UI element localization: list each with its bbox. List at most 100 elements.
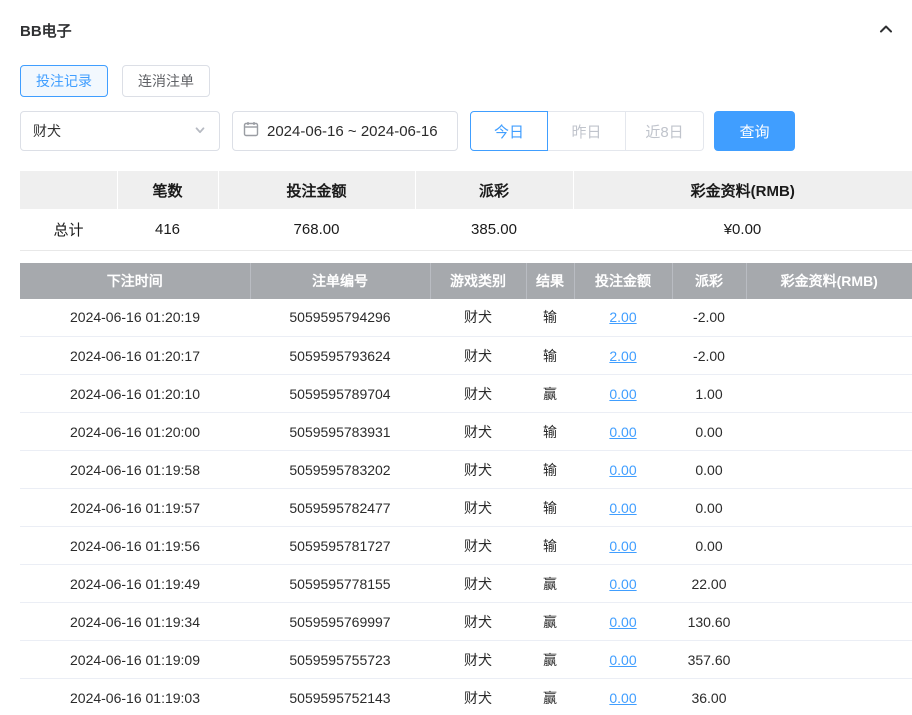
bet-amount-cell: 0.00 bbox=[574, 489, 672, 527]
table-row: 2024-06-16 01:19:49 5059595778155 财犬 赢 0… bbox=[20, 565, 912, 603]
table-row: 2024-06-16 01:20:00 5059595783931 财犬 输 0… bbox=[20, 413, 912, 451]
result-cell: 输 bbox=[526, 527, 574, 565]
bet-amount-link[interactable]: 0.00 bbox=[609, 690, 636, 706]
bet-time-cell: 2024-06-16 01:20:19 bbox=[20, 299, 250, 337]
summary-header-bonus: 彩金资料(RMB) bbox=[573, 171, 912, 209]
bet-amount-link[interactable]: 2.00 bbox=[609, 348, 636, 364]
bonus-cell bbox=[746, 489, 912, 527]
bonus-cell bbox=[746, 299, 912, 337]
summary-header-row: 笔数 投注金额 派彩 彩金资料(RMB) bbox=[20, 171, 912, 209]
payout-cell: 1.00 bbox=[672, 375, 746, 413]
game-category-cell: 财犬 bbox=[430, 489, 526, 527]
bet-amount-link[interactable]: 0.00 bbox=[609, 424, 636, 440]
payout-cell: 0.00 bbox=[672, 451, 746, 489]
payout-cell: 0.00 bbox=[672, 527, 746, 565]
order-id-cell: 5059595778155 bbox=[250, 565, 430, 603]
summary-table: 笔数 投注金额 派彩 彩金资料(RMB) 总计 416 768.00 385.0… bbox=[20, 171, 912, 251]
result-cell: 赢 bbox=[526, 603, 574, 641]
bet-time-cell: 2024-06-16 01:19:58 bbox=[20, 451, 250, 489]
panel-header: BB电子 bbox=[20, 20, 912, 41]
bet-amount-link[interactable]: 0.00 bbox=[609, 500, 636, 516]
order-id-cell: 5059595755723 bbox=[250, 641, 430, 679]
header-bet-amount: 投注金额 bbox=[574, 263, 672, 299]
quick-date-button-group: 今日 昨日 近8日 bbox=[470, 111, 704, 151]
summary-total-row: 总计 416 768.00 385.00 ¥0.00 bbox=[20, 209, 912, 250]
payout-cell: 357.60 bbox=[672, 641, 746, 679]
bet-amount-link[interactable]: 0.00 bbox=[609, 576, 636, 592]
payout-cell: 0.00 bbox=[672, 413, 746, 451]
payout-cell: -2.00 bbox=[672, 299, 746, 337]
bet-amount-link[interactable]: 0.00 bbox=[609, 386, 636, 402]
table-row: 2024-06-16 01:20:10 5059595789704 财犬 赢 0… bbox=[20, 375, 912, 413]
table-row: 2024-06-16 01:20:17 5059595793624 财犬 输 2… bbox=[20, 337, 912, 375]
bet-amount-cell: 0.00 bbox=[574, 375, 672, 413]
payout-cell: -2.00 bbox=[672, 337, 746, 375]
chevron-up-icon bbox=[878, 21, 894, 40]
page-title: BB电子 bbox=[20, 20, 72, 41]
bet-table: 下注时间 注单编号 游戏类别 结果 投注金额 派彩 彩金资料(RMB) 2024… bbox=[20, 263, 912, 715]
game-category-cell: 财犬 bbox=[430, 337, 526, 375]
bet-time-cell: 2024-06-16 01:19:03 bbox=[20, 679, 250, 715]
quick-yesterday-button[interactable]: 昨日 bbox=[548, 111, 626, 151]
quick-last8days-button[interactable]: 近8日 bbox=[626, 111, 704, 151]
chevron-down-icon bbox=[193, 123, 207, 140]
game-category-cell: 财犬 bbox=[430, 451, 526, 489]
summary-header-blank bbox=[20, 171, 117, 209]
result-cell: 输 bbox=[526, 489, 574, 527]
order-id-cell: 5059595782477 bbox=[250, 489, 430, 527]
bet-record-panel: BB电子 投注记录 连消注单 财犬 bbox=[0, 0, 912, 715]
order-id-cell: 5059595793624 bbox=[250, 337, 430, 375]
quick-today-button[interactable]: 今日 bbox=[470, 111, 548, 151]
date-range-input[interactable]: 2024-06-16 ~ 2024-06-16 bbox=[232, 111, 458, 151]
table-row: 2024-06-16 01:19:09 5059595755723 财犬 赢 0… bbox=[20, 641, 912, 679]
bonus-cell bbox=[746, 641, 912, 679]
bet-amount-link[interactable]: 0.00 bbox=[609, 462, 636, 478]
search-button[interactable]: 查询 bbox=[714, 111, 795, 151]
bonus-cell bbox=[746, 603, 912, 641]
game-category-cell: 财犬 bbox=[430, 375, 526, 413]
collapse-button[interactable] bbox=[876, 21, 896, 41]
bet-table-body: 2024-06-16 01:20:19 5059595794296 财犬 输 2… bbox=[20, 299, 912, 715]
bet-amount-cell: 0.00 bbox=[574, 565, 672, 603]
tab-bar: 投注记录 连消注单 bbox=[20, 65, 912, 97]
game-select[interactable]: 财犬 bbox=[20, 111, 220, 151]
payout-cell: 0.00 bbox=[672, 489, 746, 527]
bet-time-cell: 2024-06-16 01:19:34 bbox=[20, 603, 250, 641]
table-row: 2024-06-16 01:19:03 5059595752143 财犬 赢 0… bbox=[20, 679, 912, 715]
bonus-cell bbox=[746, 413, 912, 451]
header-game-category: 游戏类别 bbox=[430, 263, 526, 299]
summary-header-bet-amount: 投注金额 bbox=[218, 171, 415, 209]
result-cell: 输 bbox=[526, 337, 574, 375]
game-category-cell: 财犬 bbox=[430, 527, 526, 565]
table-row: 2024-06-16 01:19:56 5059595781727 财犬 输 0… bbox=[20, 527, 912, 565]
bet-amount-cell: 2.00 bbox=[574, 299, 672, 337]
order-id-cell: 5059595794296 bbox=[250, 299, 430, 337]
bet-amount-link[interactable]: 0.00 bbox=[609, 652, 636, 668]
bet-amount-link[interactable]: 0.00 bbox=[609, 614, 636, 630]
bet-amount-cell: 0.00 bbox=[574, 451, 672, 489]
bonus-cell bbox=[746, 527, 912, 565]
result-cell: 赢 bbox=[526, 679, 574, 715]
bet-amount-cell: 0.00 bbox=[574, 679, 672, 715]
bet-amount-cell: 0.00 bbox=[574, 413, 672, 451]
tab-cancelled-orders[interactable]: 连消注单 bbox=[122, 65, 210, 97]
table-row: 2024-06-16 01:19:57 5059595782477 财犬 输 0… bbox=[20, 489, 912, 527]
tab-bet-records[interactable]: 投注记录 bbox=[20, 65, 108, 97]
order-id-cell: 5059595789704 bbox=[250, 375, 430, 413]
order-id-cell: 5059595769997 bbox=[250, 603, 430, 641]
bonus-cell bbox=[746, 337, 912, 375]
payout-cell: 130.60 bbox=[672, 603, 746, 641]
result-cell: 赢 bbox=[526, 641, 574, 679]
game-category-cell: 财犬 bbox=[430, 679, 526, 715]
order-id-cell: 5059595781727 bbox=[250, 527, 430, 565]
bonus-cell bbox=[746, 679, 912, 715]
bet-time-cell: 2024-06-16 01:19:09 bbox=[20, 641, 250, 679]
bet-time-cell: 2024-06-16 01:20:00 bbox=[20, 413, 250, 451]
bet-amount-link[interactable]: 0.00 bbox=[609, 538, 636, 554]
bonus-cell bbox=[746, 451, 912, 489]
summary-total-bet-amount: 768.00 bbox=[218, 209, 415, 250]
bet-amount-cell: 0.00 bbox=[574, 641, 672, 679]
bet-amount-link[interactable]: 2.00 bbox=[609, 309, 636, 325]
table-row: 2024-06-16 01:20:19 5059595794296 财犬 输 2… bbox=[20, 299, 912, 337]
bet-table-header-row: 下注时间 注单编号 游戏类别 结果 投注金额 派彩 彩金资料(RMB) bbox=[20, 263, 912, 299]
